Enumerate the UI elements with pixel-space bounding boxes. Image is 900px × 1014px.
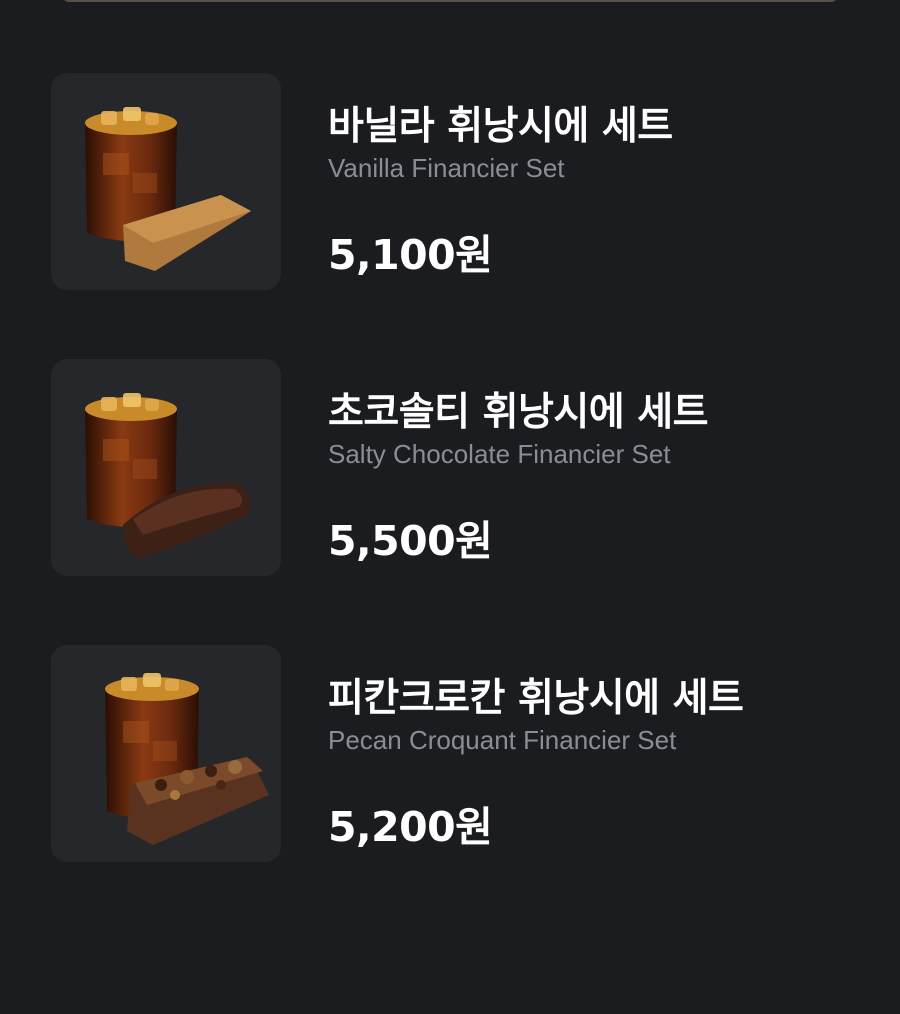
item-price: 5,500원: [328, 517, 493, 565]
product-image: [51, 359, 281, 576]
product-image: [51, 645, 281, 862]
product-image: [51, 73, 281, 290]
item-price: 5,200원: [328, 803, 493, 851]
item-name-english: Salty Chocolate Financier Set: [328, 439, 671, 469]
item-name-english: Pecan Croquant Financier Set: [328, 725, 677, 755]
item-name-korean: 초코솔티 휘낭시에 세트: [328, 390, 708, 435]
iced-coffee-vanilla-financier-image: [85, 107, 251, 271]
item-name-korean: 바닐라 휘낭시에 세트: [328, 104, 673, 149]
menu-item-vanilla-financier-set[interactable]: 바닐라 휘낭시에 세트 Vanilla Financier Set 5,100원: [51, 73, 851, 290]
iced-coffee-chocolate-financier-image: [85, 393, 251, 559]
item-name-korean: 피칸크로칸 휘낭시에 세트: [328, 676, 744, 721]
menu-item-pecan-croquant-financier-set[interactable]: 피칸크로칸 휘낭시에 세트 Pecan Croquant Financier S…: [51, 645, 851, 862]
top-bar-edge: [60, 0, 840, 2]
iced-coffee-pecan-financier-image: [105, 673, 269, 845]
item-name-english: Vanilla Financier Set: [328, 153, 565, 183]
item-price: 5,100원: [328, 231, 493, 279]
menu-item-salty-chocolate-financier-set[interactable]: 초코솔티 휘낭시에 세트 Salty Chocolate Financier S…: [51, 359, 851, 576]
